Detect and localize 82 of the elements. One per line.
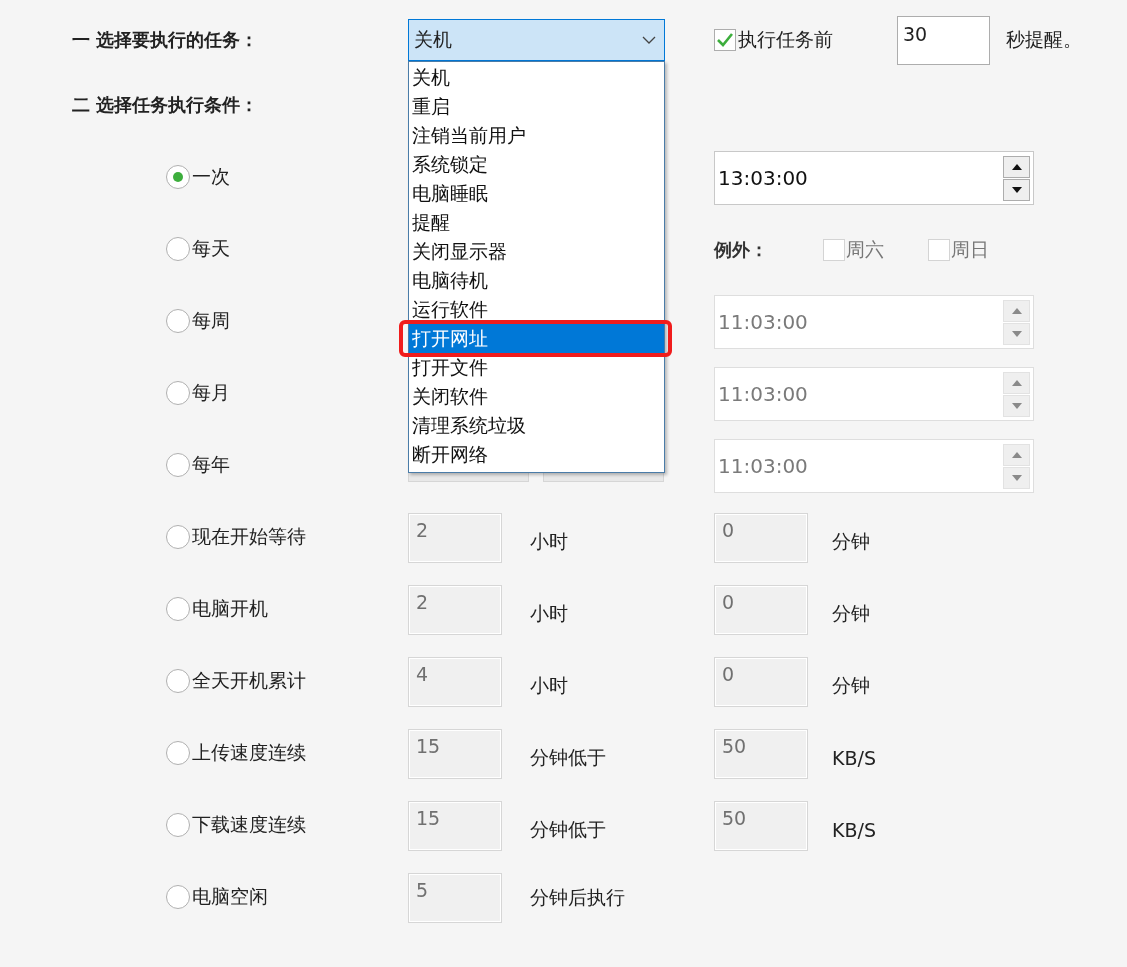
number-field[interactable]: 2 [408, 513, 502, 563]
number-field[interactable]: 0 [714, 657, 808, 707]
unit-label: KB/S [832, 747, 876, 769]
dropdown-option[interactable]: 注销当前用户 [409, 121, 664, 150]
number-field[interactable]: 0 [714, 585, 808, 635]
radio-button[interactable] [166, 885, 190, 909]
radio-option[interactable]: 每天 [166, 236, 408, 262]
spin-down-button[interactable] [1003, 178, 1030, 201]
section-heading: 一 选择要执行的任务： [72, 28, 260, 52]
radio-button[interactable] [166, 813, 190, 837]
radio-option[interactable]: 一次 [166, 164, 408, 190]
section-heading: 二 选择任务执行条件： [72, 93, 260, 117]
unit-label: 分钟 [832, 601, 870, 626]
down-triangle-icon [1011, 402, 1022, 409]
dropdown-option[interactable]: 关机 [409, 63, 664, 92]
radio-option[interactable]: 每月 [166, 380, 408, 406]
dropdown-option[interactable]: 关闭显示器 [409, 237, 664, 266]
unit-label: 分钟低于 [530, 745, 607, 770]
radio-option[interactable]: 上传速度连续 [166, 740, 408, 766]
up-triangle-icon [1011, 163, 1022, 170]
checkbox[interactable] [927, 239, 950, 261]
up-triangle-icon [1011, 307, 1022, 314]
dropdown-option[interactable]: 电脑待机 [409, 266, 664, 295]
radio-option[interactable]: 每年 [166, 452, 408, 478]
radio-option[interactable]: 电脑开机 [166, 596, 408, 622]
radio-button[interactable] [166, 165, 190, 189]
radio-button[interactable] [166, 597, 190, 621]
number-field[interactable]: 2 [408, 585, 502, 635]
checkbox[interactable] [823, 239, 846, 261]
up-triangle-icon [1011, 451, 1022, 458]
number-field[interactable]: 15 [408, 729, 502, 779]
task-dropdown[interactable]: 关机 [408, 19, 665, 61]
radio-option[interactable]: 现在开始等待 [166, 524, 408, 550]
day-checkbox-option[interactable]: 周日 [927, 237, 1032, 263]
dropdown-option[interactable]: 重启 [409, 92, 664, 121]
number-field[interactable]: 15 [408, 801, 502, 851]
unit-label: 分钟低于 [530, 817, 607, 842]
radio-button[interactable] [166, 453, 190, 477]
up-triangle-icon [1011, 379, 1022, 386]
spin-up-button[interactable] [1003, 155, 1030, 178]
number-field[interactable]: 50 [714, 801, 808, 851]
radio-button[interactable] [166, 741, 190, 765]
number-field[interactable]: 4 [408, 657, 502, 707]
unit-label: 分钟 [832, 529, 870, 554]
unit-label: 小时 [530, 673, 569, 698]
unit-label: 小时 [530, 601, 569, 626]
dropdown-option[interactable]: 提醒 [409, 208, 664, 237]
number-field[interactable]: 0 [714, 513, 808, 563]
day-checkbox-option[interactable]: 周六 [823, 237, 928, 263]
seconds-label: 秒提醒。 [1006, 27, 1082, 52]
radio-option[interactable]: 每周 [166, 308, 408, 334]
radio-button[interactable] [166, 669, 190, 693]
unit-label: 小时 [530, 529, 569, 554]
dropdown-option[interactable]: 打开文件 [409, 353, 664, 382]
seconds-field[interactable]: 30 [897, 15, 990, 65]
radio-option[interactable]: 电脑空闲 [166, 884, 408, 910]
down-triangle-icon [1011, 186, 1022, 193]
dropdown-option[interactable]: 电脑睡眠 [409, 179, 664, 208]
radio-button[interactable] [166, 237, 190, 261]
dropdown-option[interactable]: 关闭软件 [409, 382, 664, 411]
dropdown-option[interactable]: 打开网址 [409, 324, 664, 353]
number-field[interactable]: 50 [714, 729, 808, 779]
radio-button[interactable] [166, 525, 190, 549]
radio-option[interactable]: 全天开机累计 [166, 668, 408, 694]
dropdown-option[interactable]: 系统锁定 [409, 150, 664, 179]
unit-label: 分钟 [832, 673, 870, 698]
radio-button[interactable] [166, 381, 190, 405]
number-field[interactable]: 5 [408, 873, 502, 923]
down-triangle-icon [1011, 330, 1022, 337]
checkbox[interactable] [714, 29, 736, 51]
radio-option[interactable]: 下载速度连续 [166, 812, 408, 838]
dropdown-option[interactable]: 断开网络 [409, 440, 664, 469]
dropdown-option[interactable]: 运行软件 [409, 295, 664, 324]
chevron-down-icon [642, 36, 656, 44]
reminder-checkbox-option[interactable]: 执行任务前 [714, 27, 897, 53]
radio-button[interactable] [166, 309, 190, 333]
time-field[interactable]: 13:03:00 [714, 151, 1034, 205]
dropdown-option[interactable]: 清理系统垃圾 [409, 411, 664, 440]
down-triangle-icon [1011, 474, 1022, 481]
unit-label: 分钟后执行 [530, 885, 626, 910]
unit-label: KB/S [832, 819, 876, 841]
except-label: 例外： [714, 238, 769, 262]
